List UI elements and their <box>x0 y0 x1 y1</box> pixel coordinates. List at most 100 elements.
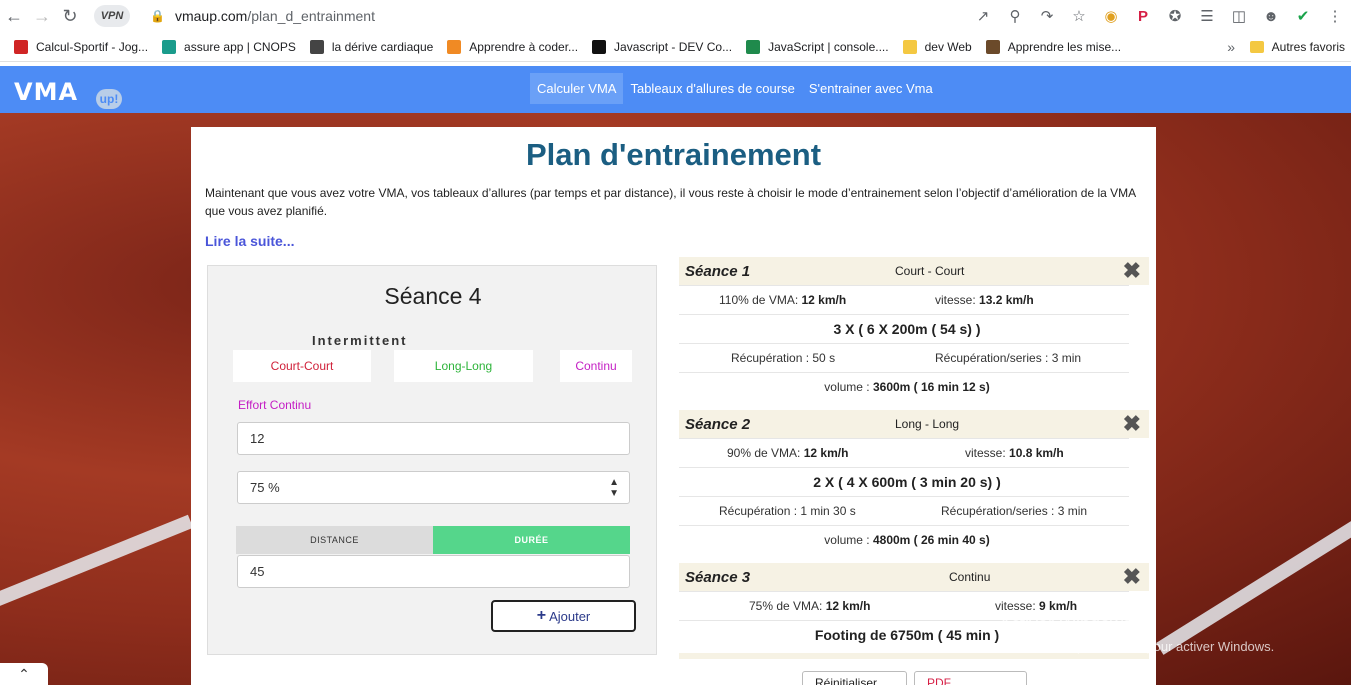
shield-icon[interactable]: ✔ <box>1287 7 1319 25</box>
url-text: vmaup.com/plan_d_entrainment <box>174 8 375 24</box>
browser-toolbar: ← → ↻ VPN 🔒 vmaup.com/plan_d_entrainment… <box>0 0 1351 32</box>
session-recup: Récupération : 1 min 30 s <box>719 504 856 518</box>
bookmark-label: Calcul-Sportif - Jog... <box>36 39 149 54</box>
site-logo-badge: up! <box>96 89 122 109</box>
session-form: Séance 4 Intermittent Court-Court Long-L… <box>207 265 657 655</box>
add-button[interactable]: + Ajouter <box>491 600 636 632</box>
session-recup-series: Récupération/series : 3 min <box>935 351 1082 365</box>
profile-icon[interactable]: ☻ <box>1255 8 1287 25</box>
browser-actions: ↗ ⚲ ↷ ☆ ◉ P ✪ ☰ ◫ ☻ ✔ ⋮ <box>967 0 1351 32</box>
bookmark-label: dev Web <box>924 39 972 54</box>
nav-calculer-vma[interactable]: Calculer VMA <box>530 73 624 104</box>
form-session-title: Séance 4 <box>384 283 482 309</box>
session-volume: volume : 4800m ( 26 min 40 s) <box>824 533 990 547</box>
plus-icon: + <box>536 607 547 624</box>
toggle-distance[interactable]: DISTANCE <box>236 526 433 554</box>
vpn-badge[interactable]: VPN <box>94 5 130 27</box>
lock-icon: 🔒 <box>150 9 165 23</box>
bookmark-item[interactable]: JavaScript | console.... <box>746 39 889 54</box>
session-vma: 90% de VMA: 12 km/h <box>727 446 849 460</box>
bookmark-favicon-icon <box>14 39 28 54</box>
share-icon[interactable]: ↷ <box>1031 7 1063 25</box>
vma-value: 12 <box>250 431 265 446</box>
session-recup: Récupération : 50 s <box>731 351 836 365</box>
site-logo[interactable]: VMA <box>14 78 78 106</box>
bookmark-item[interactable]: Javascript - DEV Co... <box>592 39 732 54</box>
bookmark-favicon-icon <box>309 39 324 54</box>
other-bookmarks[interactable]: Autres favoris <box>1249 39 1345 54</box>
session-name: Séance 2 <box>685 416 751 433</box>
sessions-list: Séance 1 Court - Court ✖ 110% de VMA: 12… <box>679 257 1149 659</box>
percent-select[interactable]: 75 % ▲ ▼ <box>237 471 630 504</box>
read-more-link[interactable]: Lire la suite... <box>205 233 294 249</box>
effort-label: Effort Continu <box>238 398 312 412</box>
forward-icon[interactable]: → <box>28 2 56 30</box>
nav-tableaux-allures[interactable]: Tableaux d'allures de course <box>623 73 801 104</box>
close-icon[interactable]: ✖ <box>1123 564 1141 590</box>
close-icon[interactable]: ✖ <box>1123 258 1141 284</box>
extension-p-icon[interactable]: P <box>1127 8 1159 25</box>
select-caret-icon: ▲ ▼ <box>609 476 619 499</box>
mode-continu-button[interactable]: Continu <box>560 350 632 382</box>
folder-icon <box>1249 40 1264 53</box>
bookmark-item[interactable]: Apprendre les mise... <box>985 39 1122 54</box>
bookmark-favicon-icon <box>985 39 1000 54</box>
bookmark-favicon-icon <box>902 39 917 54</box>
media-icon[interactable]: ☰ <box>1191 7 1223 25</box>
session-speed: vitesse: 10.8 km/h <box>965 446 1064 460</box>
menu-kebab-icon[interactable]: ⋮ <box>1319 7 1351 25</box>
windows-activation-watermark: Activer Windows Accédez aux paramètres p… <box>999 614 1274 654</box>
session-vma: 75% de VMA: 12 km/h <box>749 599 871 613</box>
distance-duration-toggle: DISTANCE DURÉE <box>236 526 630 554</box>
bookmark-item[interactable]: Calcul-Sportif - Jog... <box>14 39 149 54</box>
reset-button[interactable]: Réinitialiser <box>802 671 907 685</box>
back-icon[interactable]: ← <box>0 2 28 30</box>
mode-court-court-button[interactable]: Court-Court <box>233 350 371 382</box>
zoom-icon[interactable]: ⚲ <box>999 7 1031 25</box>
sidepanel-icon[interactable]: ◫ <box>1223 7 1255 25</box>
add-button-label: Ajouter <box>549 608 591 624</box>
session-speed: vitesse: 13.2 km/h <box>935 293 1034 307</box>
vma-input[interactable]: 12 <box>237 422 630 455</box>
session-volume: volume : 3600m ( 16 min 12 s) <box>824 380 990 394</box>
open-external-icon[interactable]: ↗ <box>967 7 999 25</box>
bookmark-favicon-icon <box>162 39 177 54</box>
session-type: Court - Court <box>895 264 965 278</box>
session-name: Séance 1 <box>685 263 751 280</box>
nav-sentrainer[interactable]: S'entrainer avec Vma <box>802 73 940 104</box>
bookmark-item[interactable]: la dérive cardiaque <box>309 39 433 54</box>
bookmark-item[interactable]: assure app | CNOPS <box>162 39 296 54</box>
percent-value: 75 % <box>250 480 280 495</box>
duration-input[interactable]: 45 <box>237 555 630 588</box>
extension-color-icon[interactable]: ◉ <box>1095 7 1127 25</box>
bookmark-favicon-icon <box>592 39 607 54</box>
bookmark-favicon-icon <box>447 39 462 54</box>
other-bookmarks-label: Autres favoris <box>1271 39 1345 54</box>
bookmarks-bar: Calcul-Sportif - Jog... assure app | CNOP… <box>0 32 1351 62</box>
pdf-button[interactable]: PDF <box>914 671 1027 685</box>
session-vma: 110% de VMA: 12 km/h <box>719 293 847 307</box>
activate-title: Activer Windows <box>999 614 1133 634</box>
session-recup-series: Récupération/series : 3 min <box>941 504 1088 518</box>
bookmark-label: Apprendre les mise... <box>1007 39 1122 54</box>
site-navbar: VMA up! Calculer VMA Tableaux d'allures … <box>0 66 1351 113</box>
toggle-duration[interactable]: DURÉE <box>433 526 630 554</box>
bookmark-favicon-icon <box>746 39 761 54</box>
track-stripe <box>0 514 194 626</box>
extensions-puzzle-icon[interactable]: ✪ <box>1159 7 1191 25</box>
bookmarks-more-icon[interactable]: » <box>1227 39 1235 55</box>
close-icon[interactable]: ✖ <box>1123 411 1141 437</box>
session-name: Séance 3 <box>685 569 751 586</box>
duration-value: 45 <box>250 564 265 579</box>
bookmark-item[interactable]: dev Web <box>902 39 972 54</box>
star-icon[interactable]: ☆ <box>1063 7 1095 25</box>
address-bar[interactable]: 🔒 vmaup.com/plan_d_entrainment <box>150 4 1100 28</box>
scroll-up-icon[interactable]: ⌃ <box>0 663 48 685</box>
intro-text: Maintenant que vous avez votre VMA, vos … <box>205 186 1136 218</box>
mode-long-long-button[interactable]: Long-Long <box>394 350 533 382</box>
reload-icon[interactable]: ↻ <box>56 2 84 30</box>
bookmark-label: JavaScript | console.... <box>768 39 889 54</box>
session-card: Séance 1 Court - Court ✖ 110% de VMA: 12… <box>679 257 1149 401</box>
bookmark-label: Apprendre à coder... <box>469 39 579 54</box>
bookmark-item[interactable]: Apprendre à coder... <box>447 39 579 54</box>
